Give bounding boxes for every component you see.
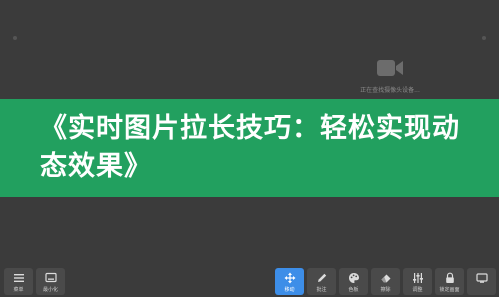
camera-status-block: 正在查找摄像头设备... — [352, 58, 428, 98]
palette-icon — [348, 273, 359, 283]
screen-button[interactable] — [467, 268, 496, 295]
pen-icon — [317, 273, 326, 282]
corner-marker-left — [13, 36, 17, 40]
video-camera-icon — [377, 60, 403, 76]
menu-button-label: 菜单 — [13, 287, 24, 293]
adjust-icon — [412, 273, 423, 283]
lock-icon — [445, 272, 454, 283]
camera-status-text: 正在查找摄像头设备... — [360, 87, 420, 94]
move-button-label: 移动 — [284, 287, 295, 293]
palette-button-label: 色板 — [348, 287, 359, 293]
toolbar-right: 移动 批注 色板 擦除 调整 锁定画面 — [275, 268, 496, 295]
adjust-button[interactable]: 调整 — [403, 268, 432, 295]
minimize-button-label: 最小化 — [42, 287, 58, 293]
annotate-button-label: 批注 — [316, 287, 327, 293]
minimize-button[interactable]: 最小化 — [36, 268, 65, 295]
minimize-icon — [44, 272, 57, 283]
eraser-icon — [381, 274, 390, 283]
annotate-button[interactable]: 批注 — [307, 268, 336, 295]
lock-screen-button-label: 锁定画面 — [439, 287, 460, 293]
corner-marker-right — [482, 36, 486, 40]
lock-screen-button[interactable]: 锁定画面 — [435, 268, 464, 295]
page-title: 《实时图片拉长技巧：轻松实现动态效果》 — [40, 113, 460, 182]
move-button[interactable]: 移动 — [275, 268, 304, 295]
toolbar-left: 菜单 最小化 — [4, 268, 65, 295]
adjust-button-label: 调整 — [412, 287, 423, 293]
menu-icon — [13, 274, 24, 282]
eraser-button-label: 擦除 — [380, 287, 391, 293]
screen-icon — [475, 273, 488, 283]
move-icon — [284, 272, 295, 284]
palette-button[interactable]: 色板 — [339, 268, 368, 295]
eraser-button[interactable]: 擦除 — [371, 268, 400, 295]
menu-button[interactable]: 菜单 — [4, 268, 33, 295]
